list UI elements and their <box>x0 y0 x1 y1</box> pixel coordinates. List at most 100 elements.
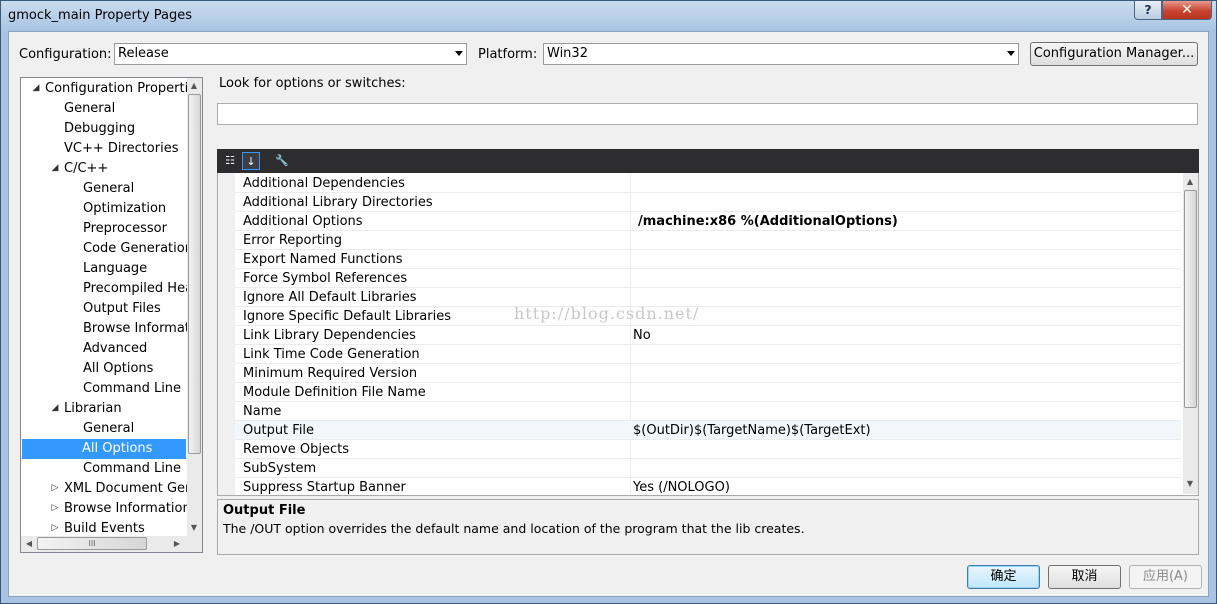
property-grid[interactable]: Additional Dependencies Additional Librar… <box>217 173 1199 496</box>
dialog-client: Configuration: Release Platform: Win32 C… <box>8 31 1209 597</box>
apply-button[interactable]: 应用(A) <box>1129 565 1202 589</box>
tree-item[interactable]: Preprocessor <box>82 219 202 239</box>
property-row[interactable]: Ignore Specific Default Libraries <box>235 307 1181 326</box>
platform-dropdown[interactable]: Win32 <box>543 43 1019 65</box>
tree-item[interactable]: General <box>63 99 202 119</box>
property-name: Ignore All Default Libraries <box>243 290 417 305</box>
tree-item[interactable]: VC++ Directories <box>63 139 202 159</box>
ok-button[interactable]: 确定 <box>967 565 1040 589</box>
property-row[interactable]: Module Definition File Name <box>235 383 1181 402</box>
property-row[interactable]: Force Symbol References <box>235 269 1181 288</box>
tree-item[interactable]: Debugging <box>63 119 202 139</box>
collapse-triangle-icon[interactable]: ◢ <box>50 163 60 173</box>
tree-item[interactable]: General <box>82 179 202 199</box>
property-row[interactable]: Remove Objects <box>235 440 1181 459</box>
property-row[interactable]: Link Library Dependencies No <box>235 326 1181 345</box>
tree-item[interactable]: Advanced <box>82 339 202 359</box>
property-row[interactable]: Additional Dependencies <box>235 174 1181 193</box>
tree-vertical-scrollbar[interactable]: ▲ ▼ <box>187 78 202 536</box>
property-row[interactable]: Additional Library Directories <box>235 193 1181 212</box>
property-pages-icon[interactable]: 🔧 <box>273 152 291 170</box>
scroll-up-icon[interactable]: ▲ <box>188 81 200 90</box>
property-row[interactable]: Suppress Startup Banner Yes (/NOLOGO) <box>235 478 1181 495</box>
property-name: Force Symbol References <box>243 271 408 286</box>
scroll-right-icon[interactable]: ▶ <box>171 539 183 548</box>
property-row[interactable]: Export Named Functions <box>235 250 1181 269</box>
tree-item[interactable]: Code Generation <box>82 239 202 259</box>
alphabetical-sort-icon[interactable]: ↓ <box>242 152 260 170</box>
tree-item[interactable]: Command Line <box>82 379 202 399</box>
tree-horizontal-scrollbar[interactable]: ◀ III ▶ <box>21 536 202 552</box>
grid-vertical-scrollbar[interactable]: ▲ ▼ <box>1183 173 1198 494</box>
tree-item[interactable]: Optimization <box>82 199 202 219</box>
tree-item[interactable]: Command Line <box>82 459 202 479</box>
description-panel: Output File The /OUT option overrides th… <box>217 499 1199 555</box>
tree-item[interactable]: Output Files <box>82 299 202 319</box>
property-name: Name <box>243 404 282 419</box>
property-name: Suppress Startup Banner <box>243 480 406 495</box>
scroll-down-icon[interactable]: ▼ <box>188 523 200 532</box>
collapse-triangle-icon[interactable]: ◢ <box>31 83 41 93</box>
property-name: Remove Objects <box>243 442 349 457</box>
tree-item[interactable]: C/C++ <box>63 159 202 179</box>
property-name: Minimum Required Version <box>243 366 418 381</box>
property-row[interactable]: Minimum Required Version <box>235 364 1181 383</box>
description-title: Output File <box>223 503 306 518</box>
title-bar: gmock_main Property Pages ? ✕ <box>1 1 1216 31</box>
expand-triangle-icon[interactable]: ▷ <box>50 483 60 493</box>
scroll-up-icon[interactable]: ▲ <box>1184 177 1196 186</box>
collapse-triangle-icon[interactable]: ◢ <box>50 403 60 413</box>
tree-item[interactable]: General <box>82 419 202 439</box>
property-name: Ignore Specific Default Libraries <box>243 309 451 324</box>
configuration-value: Release <box>118 46 169 61</box>
tree-item[interactable]: Browse Information <box>63 499 202 519</box>
expand-triangle-icon[interactable]: ▷ <box>50 503 60 513</box>
property-name: Additional Dependencies <box>243 176 405 191</box>
configuration-label: Configuration: <box>19 47 112 62</box>
property-name: Error Reporting <box>243 233 343 248</box>
property-row[interactable]: Ignore All Default Libraries <box>235 288 1181 307</box>
tree-item[interactable]: Language <box>82 259 202 279</box>
close-button[interactable]: ✕ <box>1162 1 1212 20</box>
property-row[interactable]: Error Reporting <box>235 231 1181 250</box>
scrollbar-thumb[interactable] <box>1184 190 1197 408</box>
property-name: SubSystem <box>243 461 317 476</box>
property-value[interactable]: /machine:x86 %(AdditionalOptions) <box>638 212 898 231</box>
property-name: Additional Options <box>243 214 363 229</box>
scroll-left-icon[interactable]: ◀ <box>23 539 35 548</box>
category-tree[interactable]: ◢ Configuration Properties General Debuggin… <box>20 77 203 553</box>
configuration-manager-button[interactable]: Configuration Manager... <box>1030 42 1198 66</box>
chevron-down-icon <box>455 51 463 56</box>
search-label: Look for options or switches: <box>219 76 406 91</box>
property-row[interactable]: Additional Options/machine:x86 %(Additio… <box>235 212 1181 231</box>
property-row[interactable]: SubSystem <box>235 459 1181 478</box>
expand-triangle-icon[interactable]: ▷ <box>50 523 60 533</box>
platform-label: Platform: <box>478 47 538 62</box>
property-row[interactable]: Name <box>235 402 1181 421</box>
tree-item[interactable]: Configuration Properties <box>44 79 202 99</box>
cancel-button[interactable]: 取消 <box>1048 565 1121 589</box>
property-value[interactable]: Yes (/NOLOGO) <box>633 478 730 495</box>
property-name: Export Named Functions <box>243 252 403 267</box>
property-row[interactable]: Link Time Code Generation <box>235 345 1181 364</box>
tree-item[interactable]: All Options <box>82 359 202 379</box>
tree-item[interactable]: XML Document Generator <box>63 479 202 499</box>
tree-item[interactable]: Librarian <box>63 399 202 419</box>
tree-item[interactable]: Browse Information <box>82 319 202 339</box>
help-button[interactable]: ? <box>1134 1 1162 20</box>
property-value[interactable]: $(OutDir)$(TargetName)$(TargetExt) <box>633 421 871 440</box>
tree-item[interactable]: All Options <box>22 439 186 459</box>
property-value[interactable]: No <box>633 326 651 345</box>
scrollbar-thumb[interactable] <box>188 94 201 454</box>
property-name: Additional Library Directories <box>243 195 433 210</box>
categorized-view-icon[interactable]: ☷ <box>221 152 239 170</box>
tree-item[interactable]: Precompiled Headers <box>82 279 202 299</box>
property-name: Output File <box>243 423 315 438</box>
scrollbar-thumb[interactable]: III <box>37 537 147 550</box>
configuration-dropdown[interactable]: Release <box>114 43 467 65</box>
search-input[interactable] <box>217 103 1198 125</box>
window-title: gmock_main Property Pages <box>8 8 193 23</box>
property-name: Module Definition File Name <box>243 385 426 400</box>
scroll-down-icon[interactable]: ▼ <box>1184 479 1196 488</box>
property-row[interactable]: Output File $(OutDir)$(TargetName)$(Targe… <box>235 421 1181 440</box>
